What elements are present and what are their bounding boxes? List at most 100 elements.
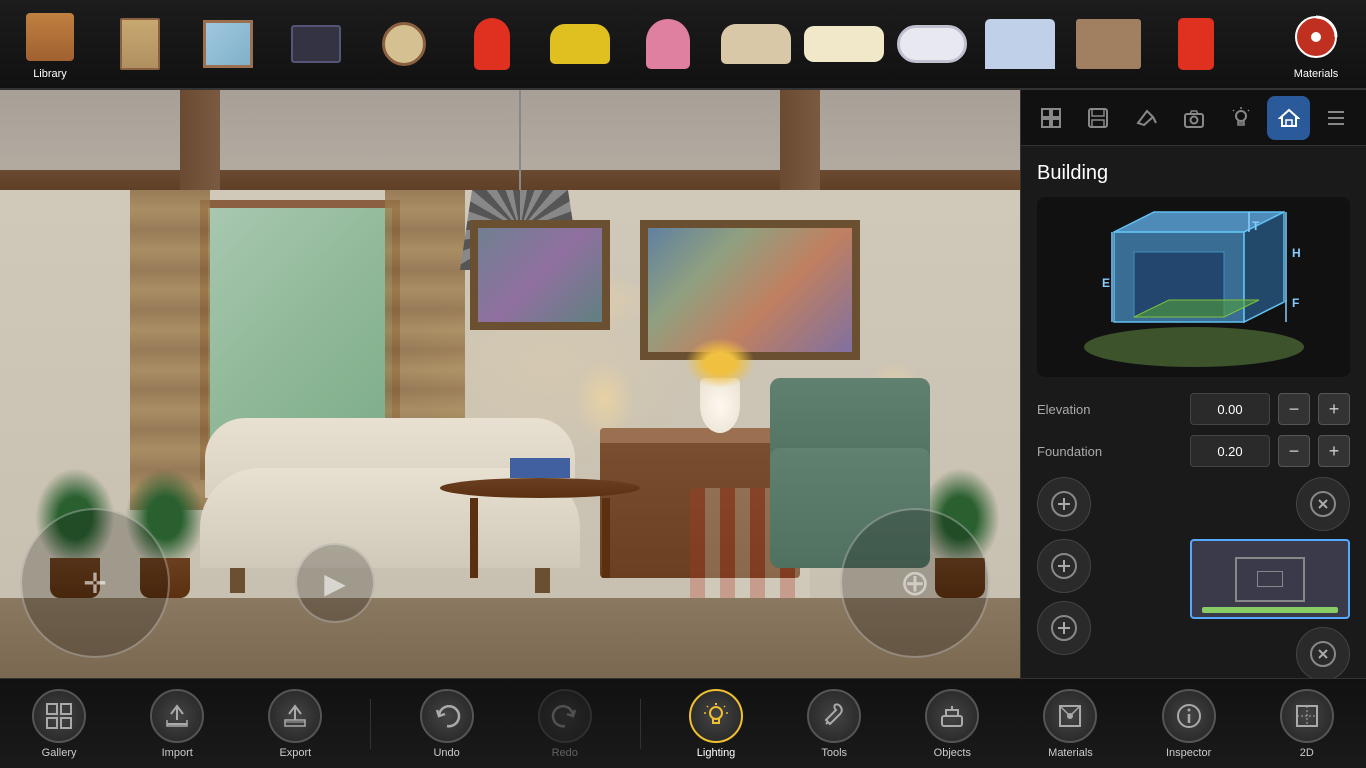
import-icon [150,689,204,743]
gallery-label: Gallery [42,747,77,759]
redo-icon [538,689,592,743]
furniture-chair-pink[interactable] [628,4,708,84]
furniture-chair-red[interactable] [452,4,532,84]
tools-button[interactable]: Tools [791,681,877,767]
left-action-column [1037,477,1178,655]
add-floor-copy-button[interactable] [1037,601,1091,655]
export-label: Export [279,747,311,759]
tab-save[interactable] [1077,96,1121,140]
tab-light[interactable] [1219,96,1263,140]
flowers [685,338,755,388]
import-label: Import [162,747,193,759]
tools-icon [807,689,861,743]
materials-icon [1288,9,1344,65]
furniture-laptop[interactable] [276,4,356,84]
svg-text:F: F [1292,296,1299,310]
floor-plan-ground [1202,607,1338,613]
nav-joystick-left[interactable]: ✛ [20,508,170,658]
action-buttons-container [1037,477,1350,681]
add-floor-below-button[interactable] [1037,539,1091,593]
furniture-dresser[interactable] [1068,4,1148,84]
inspector-label: Inspector [1166,747,1211,759]
foundation-row: Foundation 0.20 − + [1037,435,1350,467]
library-icon [22,9,78,65]
foundation-decrease-button[interactable]: − [1278,435,1310,467]
furniture-armchair-yellow[interactable] [540,4,620,84]
svg-text:T: T [1252,219,1260,233]
panel-content: Building T H E F [1021,146,1366,768]
furniture-chair-red2[interactable] [1156,4,1236,84]
sconce-left [590,370,620,430]
materials-btn-icon [1043,689,1097,743]
lighting-label: Lighting [697,747,736,759]
elevation-increase-button[interactable]: + [1318,393,1350,425]
viewport: ✛ ▶ ⊕ [0,90,1020,678]
story-preview-column [1190,477,1350,681]
2d-icon [1280,689,1334,743]
redo-label: Redo [552,747,578,759]
elevation-decrease-button[interactable]: − [1278,393,1310,425]
tab-list[interactable] [1314,96,1358,140]
2d-button[interactable]: 2D [1264,681,1350,767]
curtain-left [130,190,210,510]
gallery-icon [32,689,86,743]
library-button[interactable]: Library [10,4,90,85]
building-diagram-svg: T H E F [1064,202,1324,372]
nav-arrow-right[interactable]: ▶ [295,543,375,623]
materials-button[interactable]: Materials [1276,4,1356,85]
orbit-icon: ⊕ [900,562,930,604]
tools-label: Tools [821,747,847,759]
right-panel: Building T H E F [1020,90,1366,768]
import-button[interactable]: Import [134,681,220,767]
painting-left [470,220,610,330]
add-floor-above-button[interactable] [1037,477,1091,531]
foundation-label: Foundation [1037,444,1182,459]
redo-button[interactable]: Redo [522,681,608,767]
table-top [440,478,640,498]
furniture-bed[interactable] [980,4,1060,84]
building-diagram-container: T H E F [1037,197,1350,377]
tab-paint[interactable] [1124,96,1168,140]
furniture-bathtub[interactable] [892,4,972,84]
tab-camera[interactable] [1172,96,1216,140]
foundation-increase-button[interactable]: + [1318,435,1350,467]
story-duplicate-button[interactable] [1296,627,1350,681]
table-leg-1 [470,498,478,578]
furniture-sofa-cream[interactable] [804,4,884,84]
furniture-window[interactable] [188,4,268,84]
lighting-icon [689,689,743,743]
undo-icon [420,689,474,743]
room-scene[interactable]: ✛ ▶ ⊕ [0,90,1020,678]
story-settings-button[interactable] [1296,477,1350,531]
materials-label: Materials [1294,68,1339,80]
divider-2 [640,699,641,749]
export-button[interactable]: Export [252,681,338,767]
lighting-button[interactable]: Lighting [673,681,759,767]
materials-btn[interactable]: Materials [1027,681,1113,767]
foundation-value: 0.20 [1190,435,1270,467]
elevation-value: 0.00 [1190,393,1270,425]
export-icon [268,689,322,743]
tab-objects[interactable] [1029,96,1073,140]
furniture-clock[interactable] [364,4,444,84]
nav-right-arrow-icon: ▶ [324,567,346,600]
objects-label: Objects [934,747,971,759]
table-leg-2 [602,498,610,578]
elevation-label: Elevation [1037,402,1182,417]
furniture-door[interactable] [100,4,180,84]
undo-button[interactable]: Undo [404,681,490,767]
svg-text:H: H [1292,246,1301,260]
coffee-table [440,458,640,578]
orbit-control[interactable]: ⊕ [840,508,990,658]
furniture-sofa-beige[interactable] [716,4,796,84]
2d-label: 2D [1300,747,1314,759]
elevation-row: Elevation 0.00 − + [1037,393,1350,425]
furniture-scroll [90,4,1276,84]
objects-button[interactable]: Objects [909,681,995,767]
svg-text:E: E [1102,276,1110,290]
top-toolbar: Library [0,0,1366,90]
gallery-button[interactable]: Gallery [16,681,102,767]
inspector-button[interactable]: Inspector [1146,681,1232,767]
sofa-leg-left [230,568,245,593]
tab-home[interactable] [1267,96,1311,140]
